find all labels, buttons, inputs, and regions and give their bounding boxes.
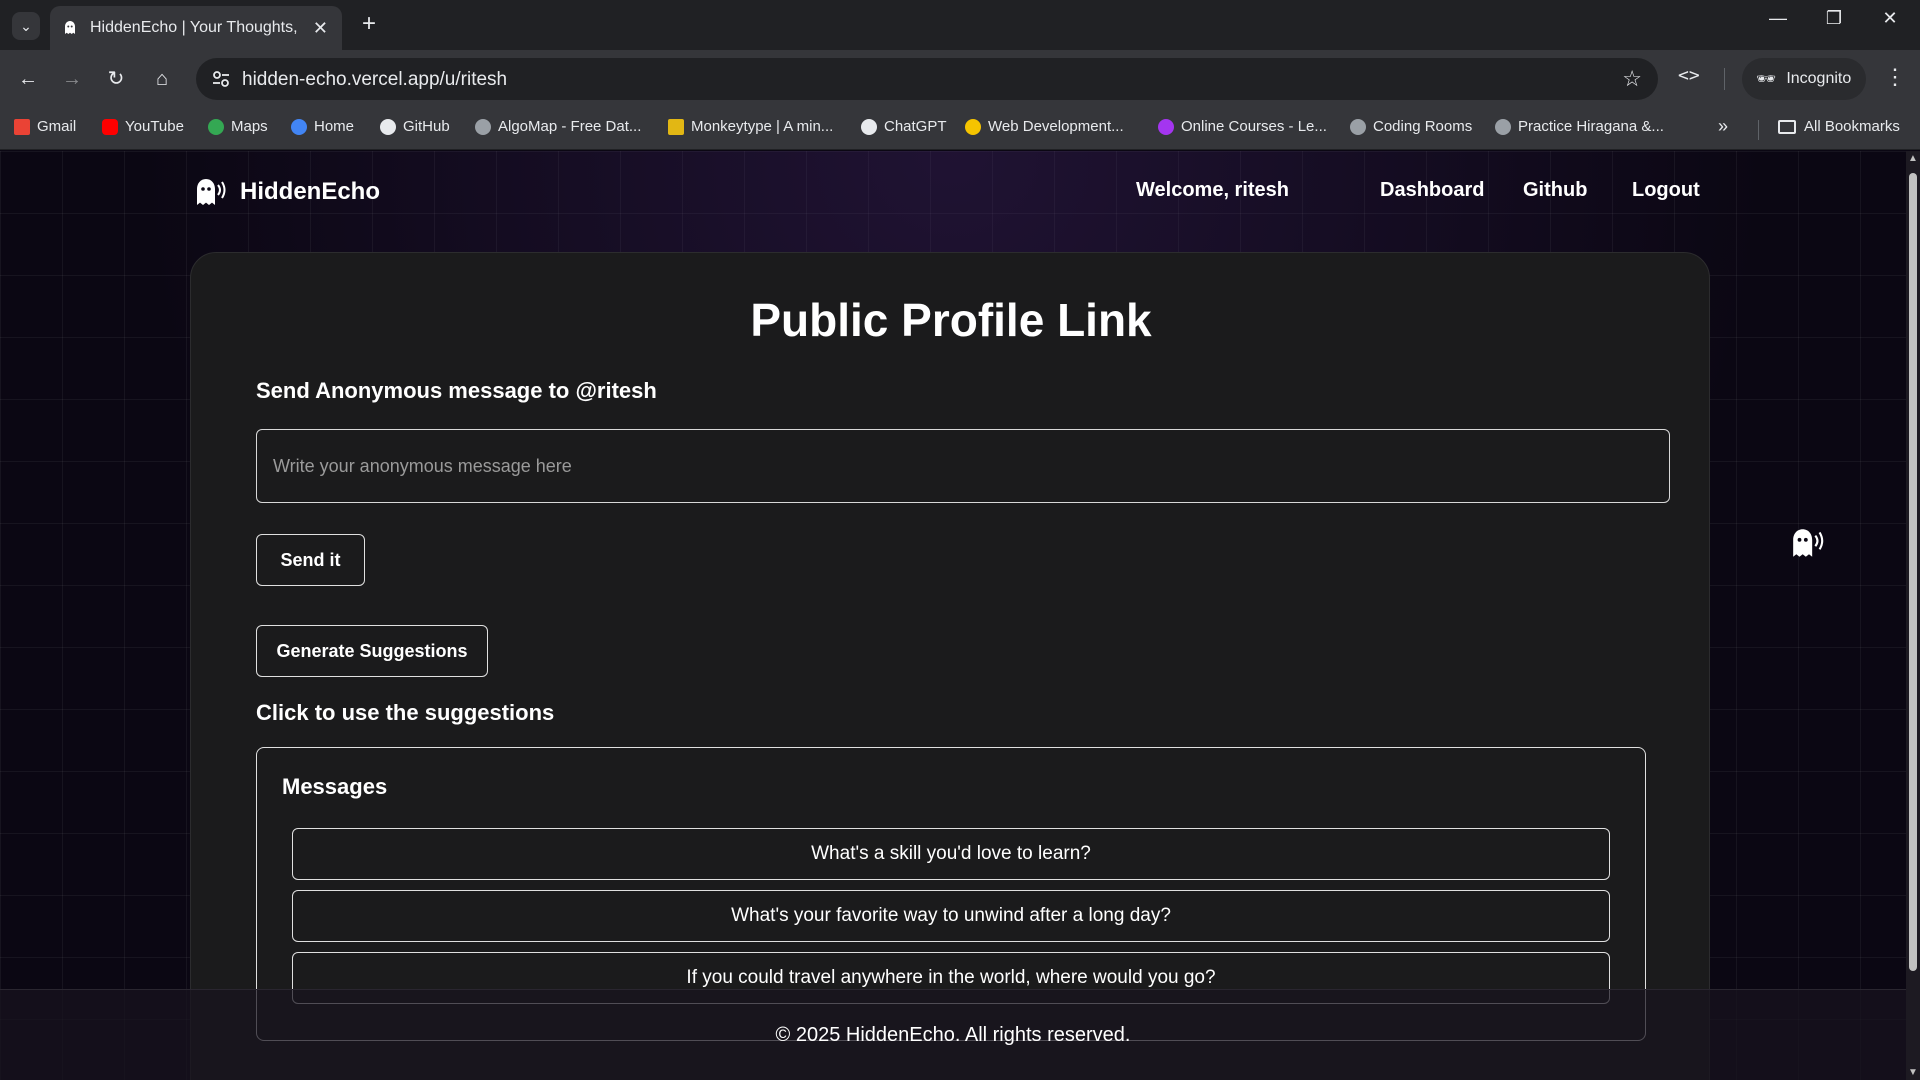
more-bookmarks-icon[interactable]: » [1718, 116, 1728, 137]
restore-icon[interactable]: ❐ [1814, 8, 1854, 29]
site-footer: © 2025 HiddenEcho. All rights reserved. [0, 989, 1906, 1080]
bookmark-maps[interactable]: Maps [208, 118, 268, 135]
floating-ghost-icon [1793, 529, 1824, 557]
close-window-icon[interactable]: ✕ [1870, 8, 1910, 29]
bookmark-home[interactable]: Home [291, 118, 354, 135]
brand-logo[interactable]: HiddenEcho [194, 177, 380, 207]
web-dev-icon [965, 118, 981, 135]
ghost-favicon-icon [65, 21, 75, 34]
bookmark-label: Gmail [37, 118, 77, 135]
gmail-icon [14, 118, 30, 135]
url-text[interactable]: hidden-echo.vercel.app/u/ritesh [242, 69, 507, 91]
chatgpt-icon [861, 118, 877, 135]
nav-link-github[interactable]: Github [1523, 179, 1587, 202]
profile-card: Public Profile Link Send Anonymous messa… [190, 252, 1710, 1080]
bookmark-web-development[interactable]: Web Development... [965, 118, 1124, 135]
bookmark-label: Online Courses - Le... [1181, 118, 1327, 135]
generate-suggestions-button[interactable]: Generate Suggestions [256, 625, 488, 677]
address-bar[interactable]: hidden-echo.vercel.app/u/ritesh ☆ [196, 58, 1658, 100]
active-tab[interactable]: HiddenEcho | Your Thoughts, Unheard ✕ [50, 6, 342, 50]
udemy-icon [1158, 118, 1174, 135]
anonymous-message-input[interactable] [256, 429, 1670, 503]
page-viewport: HiddenEcho Welcome, ritesh Dashboard Git… [0, 151, 1906, 1080]
incognito-indicator[interactable]: 🕶 Incognito [1742, 58, 1866, 100]
bookmarks-divider [1758, 120, 1759, 140]
reload-icon[interactable]: ↻ [102, 65, 130, 93]
bookmark-label: Monkeytype | A min... [691, 118, 834, 135]
bookmarks-bar: Gmail YouTube Maps Home GitHub AlgoMap -… [0, 108, 1920, 150]
monkeytype-icon [668, 118, 684, 135]
tab-title: HiddenEcho | Your Thoughts, Unheard [90, 19, 300, 36]
back-icon[interactable]: ← [14, 65, 42, 93]
algomap-icon [475, 118, 491, 135]
new-tab-button[interactable]: + [355, 10, 383, 38]
toolbar-divider [1724, 68, 1725, 90]
bookmark-youtube[interactable]: YouTube [102, 118, 184, 135]
chevron-down-icon: ⌄ [20, 17, 32, 34]
bookmark-gmail[interactable]: Gmail [14, 118, 76, 135]
suggestions-label: Click to use the suggestions [256, 700, 555, 725]
bookmark-label: Practice Hiragana &... [1518, 118, 1664, 135]
scrollbar-thumb[interactable] [1909, 173, 1917, 971]
forward-icon[interactable]: → [58, 65, 86, 93]
tab-strip: ⌄ HiddenEcho | Your Thoughts, Unheard ✕ … [0, 0, 1920, 50]
send-button[interactable]: Send it [256, 534, 365, 586]
google-icon [291, 118, 307, 135]
incognito-label: Incognito [1786, 70, 1852, 87]
bookmark-label: AlgoMap - Free Dat... [498, 118, 642, 135]
welcome-text: Welcome, ritesh [1136, 179, 1290, 201]
site-info-icon[interactable] [210, 68, 232, 90]
bookmark-label: Home [314, 118, 355, 135]
globe-icon [1495, 118, 1511, 135]
suggestion-item[interactable]: What's a skill you'd love to learn? [292, 828, 1610, 880]
bookmark-label: ChatGPT [884, 118, 947, 135]
scroll-down-arrow-icon[interactable]: ▼ [1908, 1067, 1918, 1078]
bookmark-star-icon[interactable]: ☆ [1622, 66, 1642, 92]
bookmark-label: YouTube [125, 118, 184, 135]
all-bookmarks-button[interactable]: All Bookmarks [1778, 118, 1900, 135]
ghost-logo-icon [197, 179, 226, 205]
browser-toolbar: ← → ↻ ⌂ hidden-echo.vercel.app/u/ritesh … [0, 50, 1920, 108]
incognito-icon: 🕶 [1756, 71, 1777, 88]
scroll-up-arrow-icon[interactable]: ▲ [1908, 153, 1918, 164]
folder-icon [1778, 119, 1796, 134]
bookmark-online-courses[interactable]: Online Courses - Le... [1158, 118, 1327, 135]
messages-heading: Messages [282, 774, 388, 799]
site-navbar: HiddenEcho Welcome, ritesh Dashboard Git… [0, 151, 1906, 231]
tab-search-button[interactable]: ⌄ [12, 12, 40, 40]
github-icon [380, 118, 396, 135]
home-icon[interactable]: ⌂ [148, 65, 176, 93]
bookmark-monkeytype[interactable]: Monkeytype | A min... [668, 118, 833, 135]
suggestion-item[interactable]: What's your favorite way to unwind after… [292, 890, 1610, 942]
maps-pin-icon [208, 118, 224, 135]
close-tab-icon[interactable]: ✕ [313, 18, 328, 39]
bookmark-label: GitHub [403, 118, 450, 135]
bookmark-label: Coding Rooms [1373, 118, 1473, 135]
bookmark-github[interactable]: GitHub [380, 118, 450, 135]
all-bookmarks-label: All Bookmarks [1804, 118, 1900, 135]
brand-name: HiddenEcho [240, 178, 381, 205]
bookmark-label: Web Development... [988, 118, 1124, 135]
bookmark-algomap[interactable]: AlgoMap - Free Dat... [475, 118, 641, 135]
devtools-code-icon[interactable]: <> [1678, 65, 1700, 86]
footer-copyright: © 2025 HiddenEcho. All rights reserved. [775, 1024, 1131, 1046]
nav-link-dashboard[interactable]: Dashboard [1380, 179, 1484, 202]
page-title: Public Profile Link [750, 294, 1152, 346]
more-menu-icon[interactable]: ⋮ [1884, 64, 1906, 90]
bookmark-practice-hiragana[interactable]: Practice Hiragana &... [1495, 118, 1664, 135]
minimize-icon[interactable]: — [1758, 8, 1798, 29]
nav-link-logout[interactable]: Logout [1632, 179, 1700, 202]
send-message-label: Send Anonymous message to @ritesh [256, 378, 657, 403]
youtube-icon [102, 118, 118, 135]
bookmark-coding-rooms[interactable]: Coding Rooms [1350, 118, 1472, 135]
globe-icon [1350, 118, 1366, 135]
bookmark-label: Maps [231, 118, 268, 135]
bookmark-chatgpt[interactable]: ChatGPT [861, 118, 947, 135]
page-scrollbar[interactable]: ▲ ▼ [1906, 151, 1920, 1080]
